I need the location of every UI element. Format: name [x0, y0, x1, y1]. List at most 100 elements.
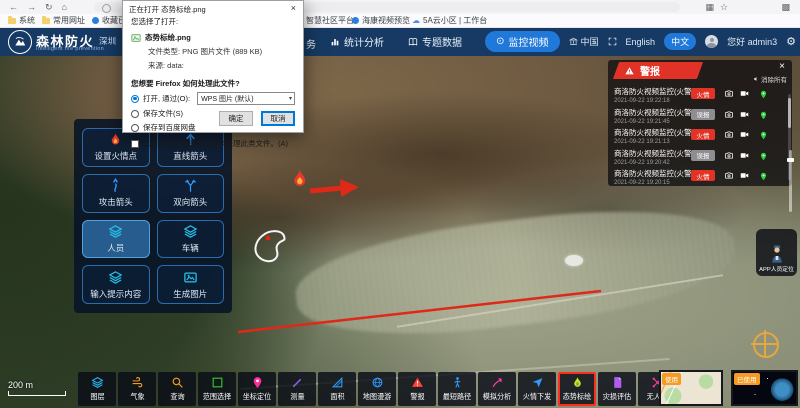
- alert-row[interactable]: 商洛防火视频监控(火警) 2021-09-22 19:22:18 火情: [614, 86, 788, 107]
- alert-banner-content: 警报: [624, 63, 660, 78]
- camera-icon[interactable]: [724, 171, 734, 180]
- toolbar-situation-plot[interactable]: 态势标绘: [558, 372, 596, 406]
- false-alarm-tag-button[interactable]: 误报: [691, 109, 715, 120]
- bookmark-folder-system[interactable]: 系统: [8, 15, 35, 26]
- open-with-select[interactable]: WPS 图片 (默认) ▾: [197, 92, 295, 105]
- bookmark-folder-common[interactable]: 常用网址: [42, 15, 85, 26]
- toolbar-alarm[interactable]: 警报: [398, 372, 436, 406]
- toolbar-weather[interactable]: 气象: [118, 372, 156, 406]
- tool-double-arrow[interactable]: 双向箭头: [157, 174, 225, 213]
- remember-action-checkbox[interactable]: [131, 140, 139, 148]
- menu-label: 专题数据: [422, 34, 462, 49]
- forward-icon[interactable]: →: [27, 2, 36, 12]
- menu-item-thematic-data[interactable]: 专题数据: [408, 34, 462, 49]
- toolbar-fire-dispatch[interactable]: 火情下发: [518, 372, 556, 406]
- bookmark-star-icon[interactable]: ☆: [720, 2, 728, 13]
- warning-triangle-icon: [624, 66, 635, 76]
- camera-icon[interactable]: [724, 151, 734, 160]
- reload-icon[interactable]: ↻: [45, 2, 53, 13]
- camera-icon[interactable]: [724, 130, 734, 139]
- tool-label: 输入提示内容: [90, 288, 141, 300]
- video-camera-icon[interactable]: [739, 110, 750, 119]
- close-icon[interactable]: ×: [779, 61, 785, 72]
- dialog-file-name: 态势标绘.png: [145, 32, 191, 43]
- app-personnel-locator-widget[interactable]: APP人员定位: [756, 229, 797, 276]
- close-icon[interactable]: ×: [291, 3, 296, 13]
- back-icon[interactable]: ←: [9, 2, 18, 12]
- toolbar-damage-assessment[interactable]: 灾损评估: [598, 372, 636, 406]
- basemap-earth-thumbnail[interactable]: 已使用: [731, 370, 798, 406]
- tool-generate-image[interactable]: 生成图片: [157, 265, 225, 304]
- tool-personnel[interactable]: 人员: [82, 220, 150, 259]
- location-pin-icon[interactable]: [759, 110, 768, 121]
- toolbar-coordinate-locate[interactable]: 坐标定位: [238, 372, 276, 406]
- monitor-video-button[interactable]: ⊙ 监控视频: [485, 31, 559, 52]
- tool-vehicle[interactable]: 车辆: [157, 220, 225, 259]
- tool-label: 人员: [107, 242, 124, 254]
- alert-row[interactable]: 商洛防火视频监控(火警) 2021-09-22 19:21:13 火情: [614, 127, 788, 148]
- alert-row[interactable]: 商洛防火视频监控(火警) 2021-09-22 19:20:42 误报: [614, 148, 788, 169]
- map-zoom-slider[interactable]: [789, 150, 792, 212]
- toolbar-label: 火情下发: [523, 391, 552, 401]
- alert-row[interactable]: 商洛防火视频监控(火警) 2021-09-22 19:20:15 火情: [614, 168, 788, 186]
- ok-button[interactable]: 确定: [219, 111, 253, 126]
- toolbar-map-roam[interactable]: 地图漫游: [358, 372, 396, 406]
- video-camera-icon[interactable]: [739, 151, 750, 160]
- video-camera-icon[interactable]: [739, 130, 750, 139]
- map-scale: 200 m: [8, 380, 66, 396]
- simulate-arrow-icon: [491, 376, 504, 389]
- settings-gear-icon[interactable]: ⚙: [786, 35, 796, 48]
- toolbar-area[interactable]: 面积: [318, 372, 356, 406]
- tool-label: 车辆: [182, 242, 199, 254]
- country-selector[interactable]: 中国: [569, 35, 599, 48]
- bookmark-cloud-workbench[interactable]: ☁ 5A云小区 | 工作台: [412, 15, 487, 26]
- menu-item-partial[interactable]: 务: [306, 36, 316, 51]
- radio-save-baidu[interactable]: [131, 124, 139, 132]
- bookmark-label: 常用网址: [53, 15, 85, 26]
- tool-attack-arrow[interactable]: 攻击箭头: [82, 174, 150, 213]
- lang-english[interactable]: English: [626, 37, 656, 47]
- fire-tag-button[interactable]: 火情: [691, 170, 715, 181]
- radio-open-label: 打开, 通过(O):: [143, 93, 190, 104]
- radio-baidu-label: 保存到百度网盘: [143, 122, 196, 133]
- toolbar-shortest-path[interactable]: 最短路径: [438, 372, 476, 406]
- clear-all-button[interactable]: 消除所有: [753, 74, 787, 84]
- lang-chinese[interactable]: 中文: [664, 33, 696, 50]
- basemap-street-thumbnail[interactable]: 使用: [659, 370, 723, 406]
- menu-item-statistics[interactable]: 统计分析: [330, 34, 384, 49]
- location-pin-icon[interactable]: [759, 151, 768, 162]
- toolbar-label: 查询: [170, 391, 184, 401]
- radio-open-with[interactable]: [131, 95, 139, 103]
- location-pin-icon[interactable]: [759, 171, 768, 182]
- toolbar-layers[interactable]: 图层: [78, 372, 116, 406]
- qr-code-icon[interactable]: ▦: [705, 2, 714, 13]
- site-identity-icon[interactable]: [102, 4, 111, 13]
- bookmark-label: 海康视频预览: [362, 15, 410, 26]
- toolbar-label: 范围选择: [203, 391, 232, 401]
- toolbar-search[interactable]: 查询: [158, 372, 196, 406]
- location-pin-icon[interactable]: [759, 89, 768, 100]
- toolbar-range-select[interactable]: 范围选择: [198, 372, 236, 406]
- toolbar-simulation-analysis[interactable]: 模拟分析: [478, 372, 516, 406]
- false-alarm-tag-button[interactable]: 误报: [691, 150, 715, 161]
- cancel-button[interactable]: 取消: [261, 111, 295, 126]
- compass-target-icon[interactable]: [753, 332, 779, 358]
- avatar[interactable]: [705, 35, 718, 48]
- location-pin-icon[interactable]: [759, 130, 768, 141]
- basemap-badge: 已使用: [734, 373, 760, 385]
- alert-row[interactable]: 商洛防火视频监控(火警) 2021-09-22 19:21:45 误报: [614, 107, 788, 128]
- camera-icon[interactable]: [724, 89, 734, 98]
- bookmark-hikvision[interactable]: 海康视频预览: [352, 15, 410, 26]
- video-camera-icon[interactable]: [739, 89, 750, 98]
- radio-save-file[interactable]: [131, 110, 139, 118]
- fire-tag-button[interactable]: 火情: [691, 129, 715, 140]
- browser-menu-icon[interactable]: ▩: [781, 2, 790, 13]
- camera-icon[interactable]: [724, 110, 734, 119]
- toolbar-measure[interactable]: 测量: [278, 372, 316, 406]
- tool-input-prompt[interactable]: 输入提示内容: [82, 265, 150, 304]
- fire-tag-button[interactable]: 火情: [691, 88, 715, 99]
- fullscreen-icon[interactable]: [608, 37, 617, 46]
- video-camera-icon[interactable]: [739, 171, 750, 180]
- bookmark-community-platform[interactable]: 智慧社区平台: [296, 15, 354, 26]
- home-icon[interactable]: ⌂: [62, 2, 67, 12]
